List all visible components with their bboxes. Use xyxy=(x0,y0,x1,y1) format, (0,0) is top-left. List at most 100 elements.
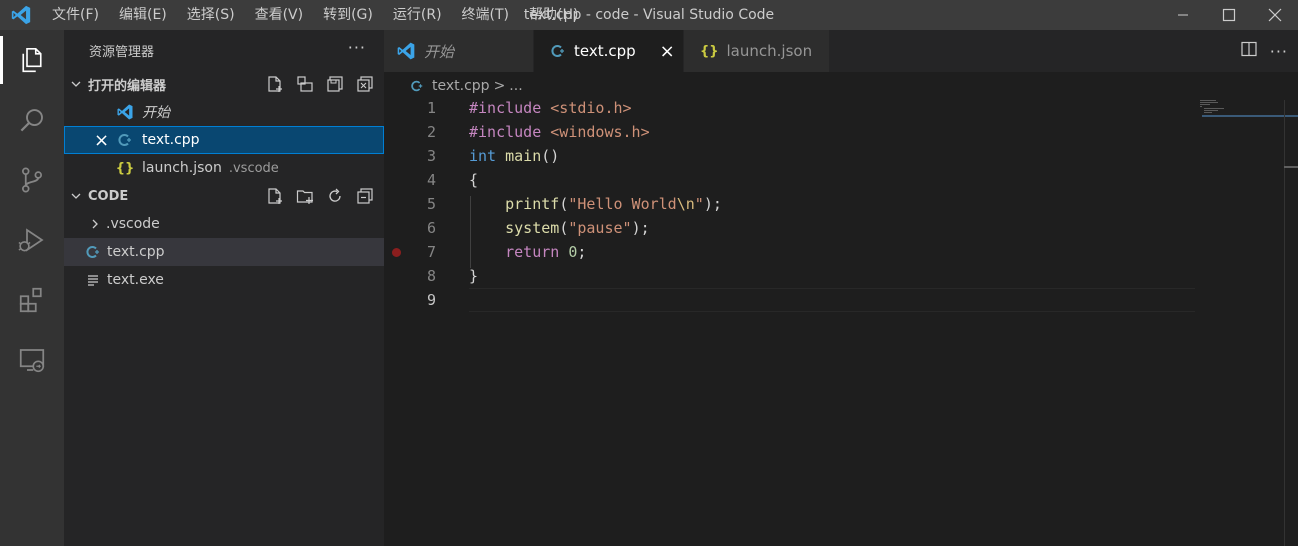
minimize-button[interactable] xyxy=(1160,0,1206,30)
line-number: 9 xyxy=(426,291,436,309)
maximize-button[interactable] xyxy=(1206,0,1252,30)
window-controls xyxy=(1160,0,1298,30)
folder-actions xyxy=(264,182,376,210)
close-window-button[interactable] xyxy=(1252,0,1298,30)
code-token: printf xyxy=(505,195,560,213)
open-editor-label: launch.json xyxy=(142,160,222,176)
code-editor[interactable]: 1 #include <stdio.h> 2 #include <windows.h>… xyxy=(384,99,1298,546)
tab-launch-json[interactable]: {} launch.json xyxy=(684,30,830,72)
code-token: #include xyxy=(469,99,542,117)
code-token: ; xyxy=(577,243,587,261)
tree-item-vscode-folder[interactable]: .vscode xyxy=(64,210,384,238)
toggle-vertical-layout-icon[interactable] xyxy=(294,73,316,95)
menu-go[interactable]: 转到(G) xyxy=(313,0,383,30)
refresh-icon[interactable] xyxy=(324,185,346,207)
breadcrumb-file[interactable]: text.cpp xyxy=(432,78,490,94)
chevron-down-icon xyxy=(64,190,88,202)
collapse-all-icon[interactable] xyxy=(354,185,376,207)
code-token: ( xyxy=(559,195,569,213)
search-icon[interactable] xyxy=(0,92,64,148)
code-token: ); xyxy=(631,219,650,237)
menu-edit[interactable]: 编辑(E) xyxy=(109,0,177,30)
breadcrumb-separator: > xyxy=(493,78,506,94)
tree-item-text-cpp[interactable]: text.cpp xyxy=(64,238,384,266)
code-line[interactable]: 9 xyxy=(384,288,1195,312)
code-text: { xyxy=(469,168,478,192)
code-token: "Hello World xyxy=(568,195,677,213)
open-editor-item-welcome[interactable]: 开始 xyxy=(64,98,384,126)
line-number: 5 xyxy=(426,195,436,213)
code-line[interactable]: 7 return 0; xyxy=(384,240,1194,264)
folder-header-code[interactable]: CODE xyxy=(64,182,384,210)
code-token: ); xyxy=(703,195,722,213)
code-line[interactable]: 4{ xyxy=(384,168,1194,192)
maximize-icon xyxy=(1222,8,1236,22)
save-all-icon[interactable] xyxy=(324,73,346,95)
source-control-icon[interactable] xyxy=(0,152,64,208)
json-file-icon: {} xyxy=(115,160,135,176)
menu-selection[interactable]: 选择(S) xyxy=(177,0,245,30)
line-number: 3 xyxy=(426,147,436,165)
open-editor-item-launch-json[interactable]: {} launch.json .vscode xyxy=(64,154,384,182)
code-token: ( xyxy=(559,219,569,237)
code-token: return xyxy=(505,243,560,261)
code-token: { xyxy=(469,171,479,189)
menu-view[interactable]: 查看(V) xyxy=(245,0,314,30)
menu-help[interactable]: 帮助(H) xyxy=(519,0,588,30)
new-folder-icon[interactable] xyxy=(294,185,316,207)
line-number: 8 xyxy=(426,267,436,285)
minimize-icon xyxy=(1178,14,1188,16)
cpp-file-icon xyxy=(82,244,104,260)
menu-run[interactable]: 运行(R) xyxy=(383,0,452,30)
breadcrumb-symbol[interactable]: ... xyxy=(509,78,522,94)
more-actions-button[interactable]: ··· xyxy=(348,38,366,57)
new-untitled-file-icon[interactable] xyxy=(264,73,286,95)
code-token: "pause" xyxy=(568,219,632,237)
open-editors-header[interactable]: 打开的编辑器 xyxy=(64,70,384,98)
folder-label: CODE xyxy=(88,188,129,204)
open-editor-label: 开始 xyxy=(142,105,170,121)
extensions-icon[interactable] xyxy=(0,272,64,328)
code-line[interactable]: 8} xyxy=(384,264,1194,288)
line-number: 6 xyxy=(426,219,436,237)
code-token: " xyxy=(694,195,704,213)
tree-item-label: text.exe xyxy=(107,272,164,288)
menu-terminal[interactable]: 终端(T) xyxy=(452,0,519,30)
tab-label: 开始 xyxy=(424,42,455,61)
tab-label: launch.json xyxy=(726,42,813,60)
sidebar-title: 资源管理器 xyxy=(89,44,155,60)
run-debug-icon[interactable] xyxy=(0,212,64,268)
open-editor-item-text-cpp[interactable]: × text.cpp xyxy=(64,126,384,154)
new-file-icon[interactable] xyxy=(264,185,286,207)
vscode-logo-icon xyxy=(0,0,42,30)
tree-item-label: .vscode xyxy=(106,216,160,232)
code-token: () xyxy=(541,147,560,165)
code-line[interactable]: 5 printf("Hello World\n"); xyxy=(384,192,1194,216)
open-editor-label: text.cpp xyxy=(142,132,200,148)
split-editor-icon[interactable] xyxy=(1240,40,1258,62)
close-tab-button[interactable]: × xyxy=(660,41,675,62)
code-text: system("pause"); xyxy=(469,216,650,240)
code-line[interactable]: 2 #include <windows.h> xyxy=(384,120,1194,144)
code-token: } xyxy=(469,267,479,285)
line-number: 4 xyxy=(426,171,436,189)
tab-welcome[interactable]: 开始 xyxy=(384,30,534,72)
code-line[interactable]: 3 int main() xyxy=(384,144,1194,168)
editor-area: 开始 text.cpp × {} launch.json ··· text.cp… xyxy=(384,30,1298,546)
close-editor-button[interactable]: × xyxy=(94,130,114,151)
breakpoint-icon[interactable] xyxy=(392,248,401,257)
line-number: 2 xyxy=(426,123,436,141)
code-line[interactable]: 1 #include <stdio.h> xyxy=(384,96,1194,120)
tree-item-text-exe[interactable]: text.exe xyxy=(64,266,384,294)
more-actions-button[interactable]: ··· xyxy=(1270,42,1288,61)
tab-text-cpp[interactable]: text.cpp × xyxy=(534,30,684,72)
code-text: #include <windows.h> xyxy=(469,120,650,144)
menu-file[interactable]: 文件(F) xyxy=(42,0,109,30)
files-icon[interactable] xyxy=(0,32,64,88)
remote-explorer-icon[interactable] xyxy=(0,332,64,388)
code-line[interactable]: 6 system("pause"); xyxy=(384,216,1194,240)
close-all-icon[interactable] xyxy=(354,73,376,95)
